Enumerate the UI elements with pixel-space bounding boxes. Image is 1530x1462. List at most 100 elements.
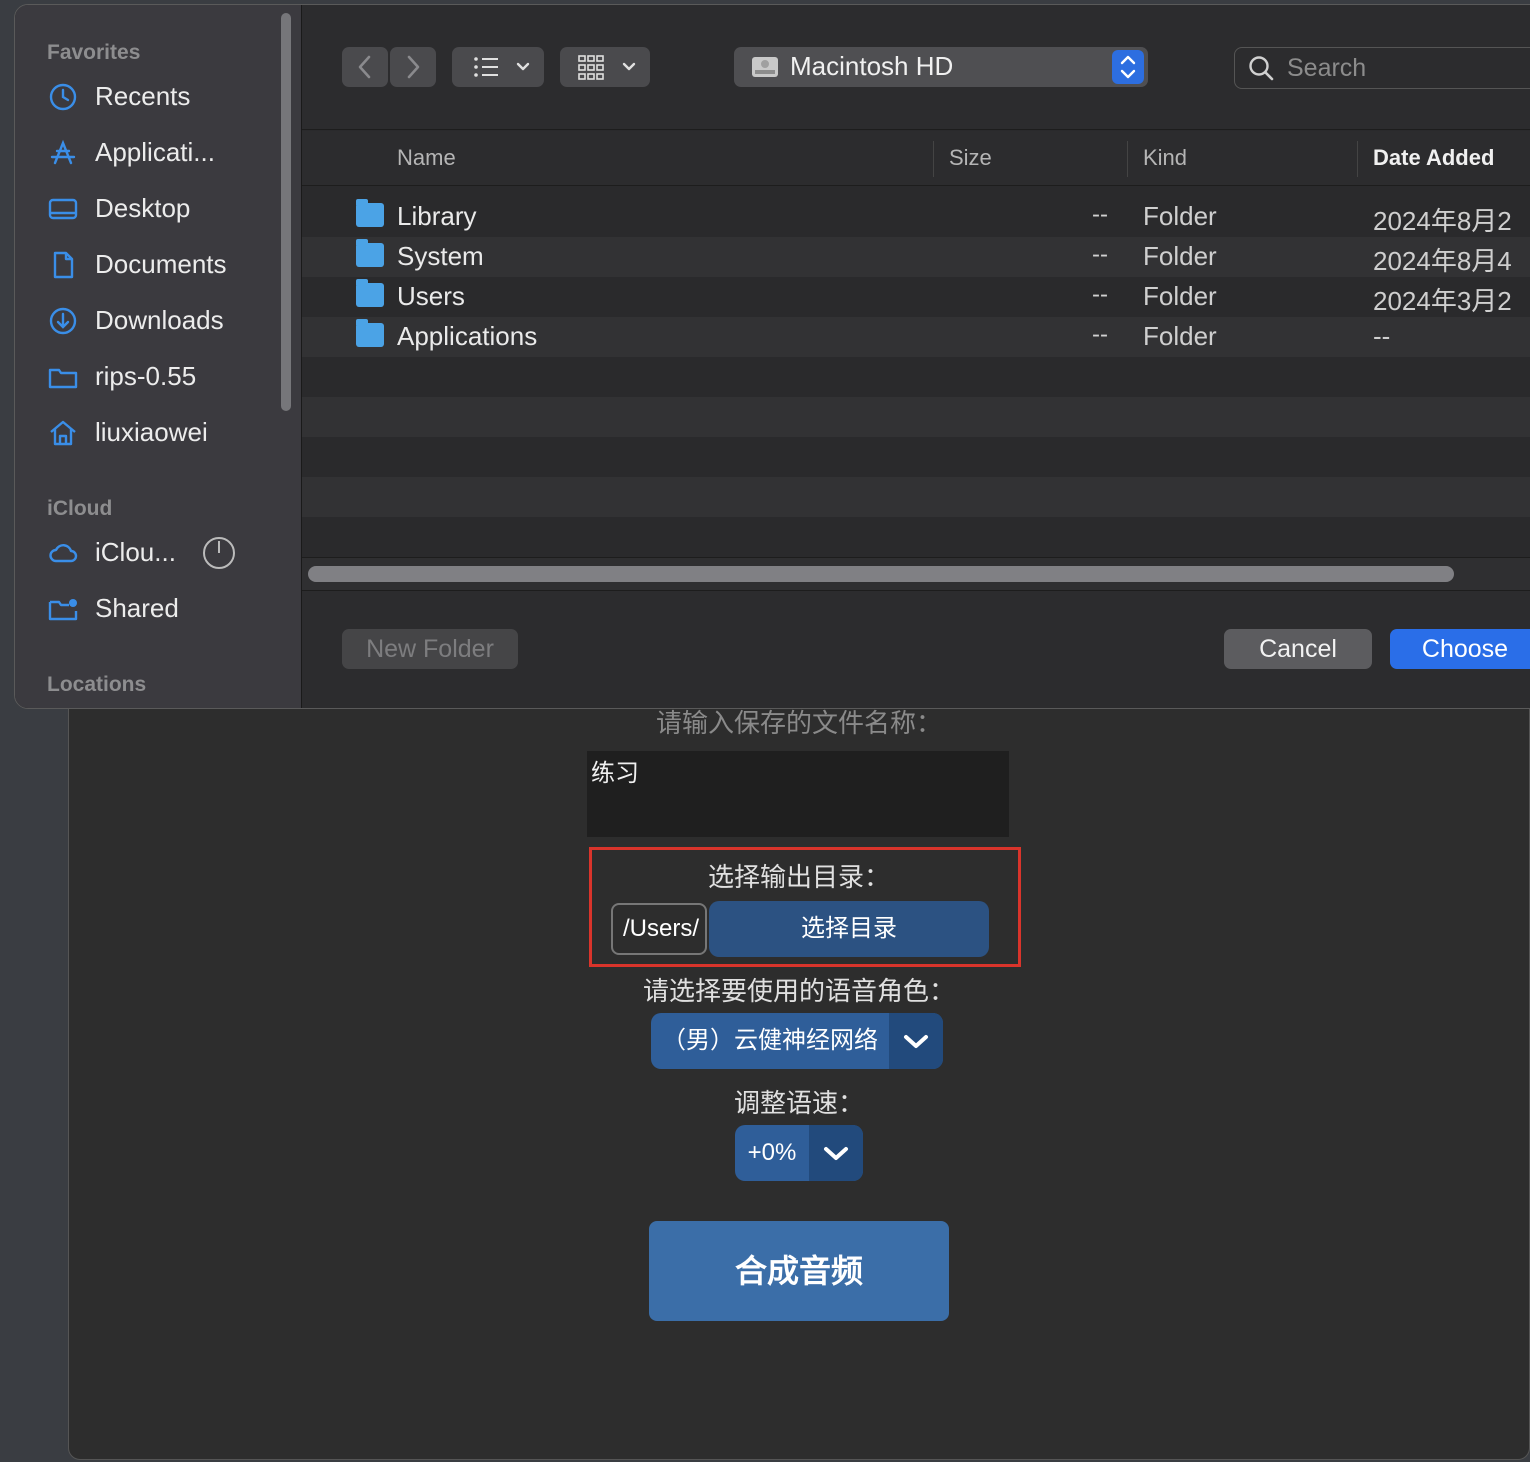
empty-row [302, 357, 1530, 397]
document-icon [47, 249, 79, 281]
list-view-button[interactable] [452, 47, 544, 87]
column-header: Name Size Kind Date Added [302, 131, 1530, 186]
choose-button[interactable]: Choose [1390, 629, 1530, 669]
filename-input[interactable]: 练习 [587, 751, 1009, 837]
download-icon [47, 305, 79, 337]
chevron-right-icon [407, 55, 420, 79]
column-separator[interactable] [1357, 141, 1358, 177]
folder-icon [356, 239, 384, 267]
horizontal-scrollbar[interactable] [308, 566, 1454, 582]
file-name: Library [397, 201, 477, 231]
sidebar-item-label: Downloads [95, 305, 224, 335]
folder-icon [356, 199, 384, 227]
empty-row [302, 437, 1530, 477]
column-name[interactable]: Name [397, 145, 456, 171]
new-folder-button[interactable]: New Folder [342, 629, 518, 669]
file-row-applications[interactable]: Applications -- Folder -- [302, 317, 1530, 357]
file-size: -- [1092, 201, 1108, 228]
sync-progress-icon [203, 537, 235, 569]
file-name: System [397, 241, 484, 271]
dialog-footer: New Folder Cancel Choose [302, 590, 1530, 708]
clock-icon [47, 81, 79, 113]
sidebar-item-label: rips-0.55 [95, 361, 197, 391]
column-separator[interactable] [933, 141, 934, 177]
file-date: -- [1373, 321, 1391, 351]
sidebar-item-downloads[interactable]: Downloads [45, 301, 285, 341]
file-row-library[interactable]: Library -- Folder 2024年8月2 [302, 197, 1530, 237]
output-dir-input[interactable]: /Users/ [611, 903, 707, 955]
home-icon [47, 417, 79, 449]
sidebar-scrollbar[interactable] [281, 13, 291, 411]
file-date: 2024年8月2 [1373, 206, 1512, 236]
file-browser: Macintosh HD Search Name Size Kind Date … [302, 5, 1530, 708]
back-button[interactable] [342, 47, 388, 87]
file-size: -- [1092, 321, 1108, 348]
sidebar-item-icloud-drive[interactable]: iClou... [45, 533, 285, 573]
file-kind: Folder [1143, 281, 1217, 311]
sidebar-item-label: Shared [95, 593, 179, 623]
file-kind: Folder [1143, 201, 1217, 231]
sidebar-item-shared[interactable]: Shared [45, 589, 285, 629]
sidebar-item-label: iClou... [95, 537, 176, 567]
chevron-down-icon[interactable] [809, 1125, 863, 1181]
hard-drive-icon [750, 53, 780, 86]
empty-row [302, 517, 1530, 557]
sidebar-item-recents[interactable]: Recents [45, 77, 285, 117]
up-down-stepper-icon [1112, 50, 1144, 84]
file-row-users[interactable]: Users -- Folder 2024年3月2 [302, 277, 1530, 317]
horizontal-scroll-track [302, 557, 1530, 590]
grid-icon [578, 55, 636, 80]
applications-icon [47, 137, 79, 169]
sidebar-item-home[interactable]: liuxiaowei [45, 413, 285, 453]
sidebar-item-rips[interactable]: rips-0.55 [45, 357, 285, 397]
file-size: -- [1092, 241, 1108, 268]
sidebar-item-label: Documents [95, 249, 227, 279]
file-kind: Folder [1143, 241, 1217, 271]
file-date: 2024年8月4 [1373, 246, 1512, 276]
sidebar-item-label: Recents [95, 81, 191, 111]
file-chooser-dialog: Favorites Recents Applicati... Desktop D… [14, 4, 1530, 709]
speed-select[interactable]: +0% [735, 1125, 863, 1181]
output-dir-label: 选择输出目录： [707, 862, 890, 892]
file-name: Applications [397, 321, 538, 351]
sidebar-section-icloud: iCloud [47, 497, 113, 520]
sidebar-item-documents[interactable]: Documents [45, 245, 285, 285]
search-icon [1247, 54, 1275, 87]
cancel-button[interactable]: Cancel [1224, 629, 1372, 669]
folder-icon [356, 279, 384, 307]
forward-button[interactable] [390, 47, 436, 87]
voice-select[interactable]: （男）云健神经网络 [651, 1013, 943, 1069]
file-name: Users [397, 281, 465, 311]
speed-label: 调整语速： [733, 1088, 864, 1118]
file-kind: Folder [1143, 321, 1217, 351]
sidebar-item-label: Desktop [95, 193, 191, 223]
column-separator[interactable] [1127, 141, 1128, 177]
chevron-left-icon [358, 55, 371, 79]
empty-row [302, 397, 1530, 437]
choose-dir-button[interactable]: 选择目录 [709, 901, 989, 957]
file-date: 2024年3月2 [1373, 286, 1512, 316]
column-date-added[interactable]: Date Added [1373, 145, 1494, 171]
shared-folder-icon [47, 593, 79, 625]
sidebar-item-applications[interactable]: Applicati... [45, 133, 285, 173]
synthesize-button[interactable]: 合成音频 [649, 1221, 949, 1321]
sidebar-item-desktop[interactable]: Desktop [45, 189, 285, 229]
group-view-button[interactable] [560, 47, 650, 87]
volume-popup[interactable]: Macintosh HD [734, 47, 1148, 87]
file-size: -- [1092, 281, 1108, 308]
sidebar-section-favorites: Favorites [47, 41, 141, 64]
speed-select-value: +0% [747, 1139, 797, 1166]
sidebar: Favorites Recents Applicati... Desktop D… [15, 5, 302, 708]
dialog-toolbar: Macintosh HD Search [302, 5, 1530, 130]
search-input[interactable]: Search [1234, 47, 1530, 89]
list-icon [474, 57, 530, 77]
sidebar-item-label: liuxiaowei [95, 417, 208, 447]
voice-label: 请选择要使用的语音角色： [642, 976, 955, 1006]
file-row-system[interactable]: System -- Folder 2024年8月4 [302, 237, 1530, 277]
column-kind[interactable]: Kind [1143, 145, 1187, 171]
sidebar-section-locations: Locations [47, 673, 147, 696]
cloud-icon [47, 537, 79, 569]
column-size[interactable]: Size [949, 145, 992, 171]
search-placeholder: Search [1287, 54, 1367, 82]
chevron-down-icon[interactable] [889, 1013, 943, 1069]
